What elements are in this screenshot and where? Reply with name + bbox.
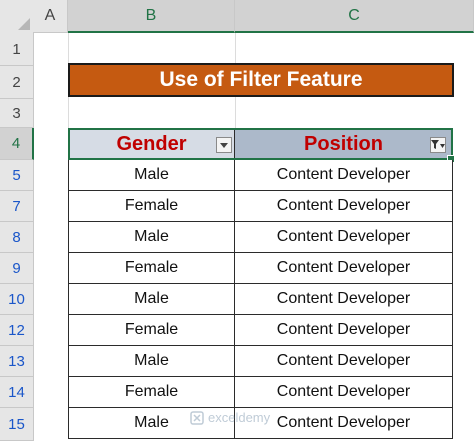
select-all-triangle-icon [18, 18, 30, 30]
watermark-logo-icon [190, 410, 204, 425]
gender-header-label: Gender [116, 132, 187, 155]
gender-cell[interactable]: Female [68, 377, 235, 408]
table-row: Female Content Developer [68, 191, 453, 222]
gender-filter-dropdown-icon[interactable] [216, 137, 232, 153]
row-header-9[interactable]: 9 [0, 253, 34, 284]
table-row: Female Content Developer [68, 377, 453, 408]
gridline [235, 33, 236, 63]
gender-cell[interactable]: Female [68, 315, 235, 346]
gender-cell[interactable]: Male [68, 160, 235, 191]
title-cell[interactable]: Use of Filter Feature [68, 63, 454, 97]
position-cell[interactable]: Content Developer [235, 253, 453, 284]
row-header-3[interactable]: 3 [0, 99, 34, 128]
table-row: Male Content Developer [68, 222, 453, 253]
row-header-5[interactable]: 5 [0, 160, 34, 191]
table-row: Male Content Developer [68, 346, 453, 377]
column-header-a[interactable]: A [33, 0, 68, 33]
gender-header-cell[interactable]: Gender [68, 128, 235, 160]
gender-cell[interactable]: Female [68, 253, 235, 284]
table-row: Male Content Developer [68, 160, 453, 191]
row-header-13[interactable]: 13 [0, 346, 34, 377]
row-header-10[interactable]: 10 [0, 284, 34, 315]
column-header-c[interactable]: C [235, 0, 474, 33]
row-header-12[interactable]: 12 [0, 315, 34, 346]
position-cell[interactable]: Content Developer [235, 377, 453, 408]
gender-cell[interactable]: Male [68, 222, 235, 253]
select-all-corner[interactable] [0, 0, 34, 34]
row-header-4[interactable]: 4 [0, 128, 34, 160]
watermark: exceldemy [190, 410, 270, 425]
gender-cell[interactable]: Female [68, 191, 235, 222]
spreadsheet: A B C 1 2 3 4 5 7 8 9 10 12 13 14 15 Use… [0, 0, 474, 441]
position-cell[interactable]: Content Developer [235, 222, 453, 253]
row-header-14[interactable]: 14 [0, 377, 34, 408]
table-row: Female Content Developer [68, 253, 453, 284]
position-cell[interactable]: Content Developer [235, 191, 453, 222]
gridline [68, 97, 69, 128]
table-row: Male Content Developer [68, 284, 453, 315]
gridline [235, 97, 236, 128]
row-header-15[interactable]: 15 [0, 408, 34, 441]
gridline [68, 33, 69, 63]
row-header-8[interactable]: 8 [0, 222, 34, 253]
position-cell[interactable]: Content Developer [235, 315, 453, 346]
position-header-cell[interactable]: Position [235, 128, 453, 160]
gender-cell[interactable]: Male [68, 284, 235, 315]
position-filter-applied-icon[interactable] [430, 137, 446, 153]
position-cell[interactable]: Content Developer [235, 284, 453, 315]
table-row: Female Content Developer [68, 315, 453, 346]
position-cell[interactable]: Content Developer [235, 346, 453, 377]
row-header-1[interactable]: 1 [0, 33, 34, 66]
row-header-7[interactable]: 7 [0, 191, 34, 222]
watermark-text: exceldemy [208, 410, 271, 425]
position-cell[interactable]: Content Developer [235, 160, 453, 191]
gender-cell[interactable]: Male [68, 346, 235, 377]
position-header-label: Position [304, 132, 383, 155]
row-header-2[interactable]: 2 [0, 66, 34, 99]
column-header-b[interactable]: B [68, 0, 235, 33]
